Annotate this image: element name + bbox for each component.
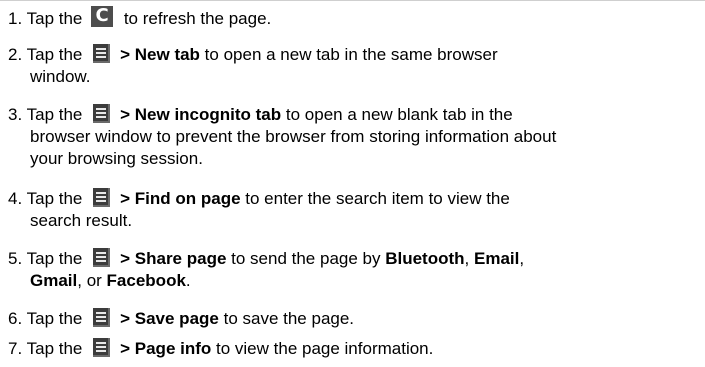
step-tap-text: Tap the <box>26 249 83 268</box>
menu-icon <box>93 338 111 357</box>
menu-icon <box>93 188 111 207</box>
step-action: > Save page <box>120 309 219 328</box>
step-tap-text: Tap the <box>26 189 83 208</box>
menu-icon <box>93 44 111 63</box>
step-description-cont: your browsing session. <box>30 149 203 168</box>
step-action: > New tab <box>120 45 200 64</box>
menu-icon <box>93 104 111 123</box>
step-description: to save the page. <box>218 309 355 328</box>
step-number: 5. <box>8 249 23 268</box>
step-description: to refresh the page. <box>119 9 272 28</box>
step-description-cont: window. <box>30 67 91 86</box>
option-bluetooth: Bluetooth <box>385 249 465 268</box>
step-description: to send the page by <box>226 249 386 268</box>
step-4: 4. Tap the > Find on page to enter the s… <box>8 188 698 232</box>
separator: , <box>519 249 525 268</box>
step-6: 6. Tap the > Save page to save the page. <box>8 308 698 330</box>
option-facebook: Facebook <box>106 271 186 290</box>
option-email: Email <box>474 249 520 268</box>
step-action: > Page info <box>120 339 212 358</box>
step-description: to open a new tab in the same browser <box>199 45 498 64</box>
step-number: 3. <box>8 105 23 124</box>
step-description-cont: search result. <box>30 211 133 230</box>
step-number: 2. <box>8 45 23 64</box>
step-1: 1. Tap the to refresh the page. <box>8 5 698 30</box>
step-description: to open a new blank tab in the <box>281 105 513 124</box>
step-description: to view the page information. <box>211 339 434 358</box>
clipped-previous-line <box>0 0 705 4</box>
step-description: to enter the search item to view the <box>240 189 510 208</box>
step-action: > Find on page <box>120 189 241 208</box>
separator: , <box>464 249 474 268</box>
step-tap-text: Tap the <box>26 339 83 358</box>
step-number: 7. <box>8 339 23 358</box>
step-number: 6. <box>8 309 23 328</box>
step-tap-text: Tap the <box>26 45 83 64</box>
step-7: 7. Tap the > Page info to view the page … <box>8 338 698 360</box>
separator: , or <box>77 271 107 290</box>
step-2: 2. Tap the > New tab to open a new tab i… <box>8 44 698 88</box>
menu-icon <box>93 308 111 327</box>
step-number: 1. <box>8 9 23 28</box>
step-action: > New incognito tab <box>120 105 282 124</box>
refresh-icon <box>91 5 114 27</box>
step-number: 4. <box>8 189 23 208</box>
period: . <box>185 271 191 290</box>
step-description-cont: Gmail, or Facebook. <box>8 270 698 292</box>
step-3: 3. Tap the > New incognito tab to open a… <box>8 104 698 170</box>
step-5: 5. Tap the > Share page to send the page… <box>8 248 698 292</box>
step-description-cont: browser window to prevent the browser fr… <box>30 127 557 146</box>
step-tap-text: Tap the <box>26 9 83 28</box>
step-tap-text: Tap the <box>26 309 83 328</box>
option-gmail: Gmail <box>30 271 78 290</box>
step-tap-text: Tap the <box>26 105 83 124</box>
step-action: > Share page <box>120 249 227 268</box>
menu-icon <box>93 248 111 267</box>
